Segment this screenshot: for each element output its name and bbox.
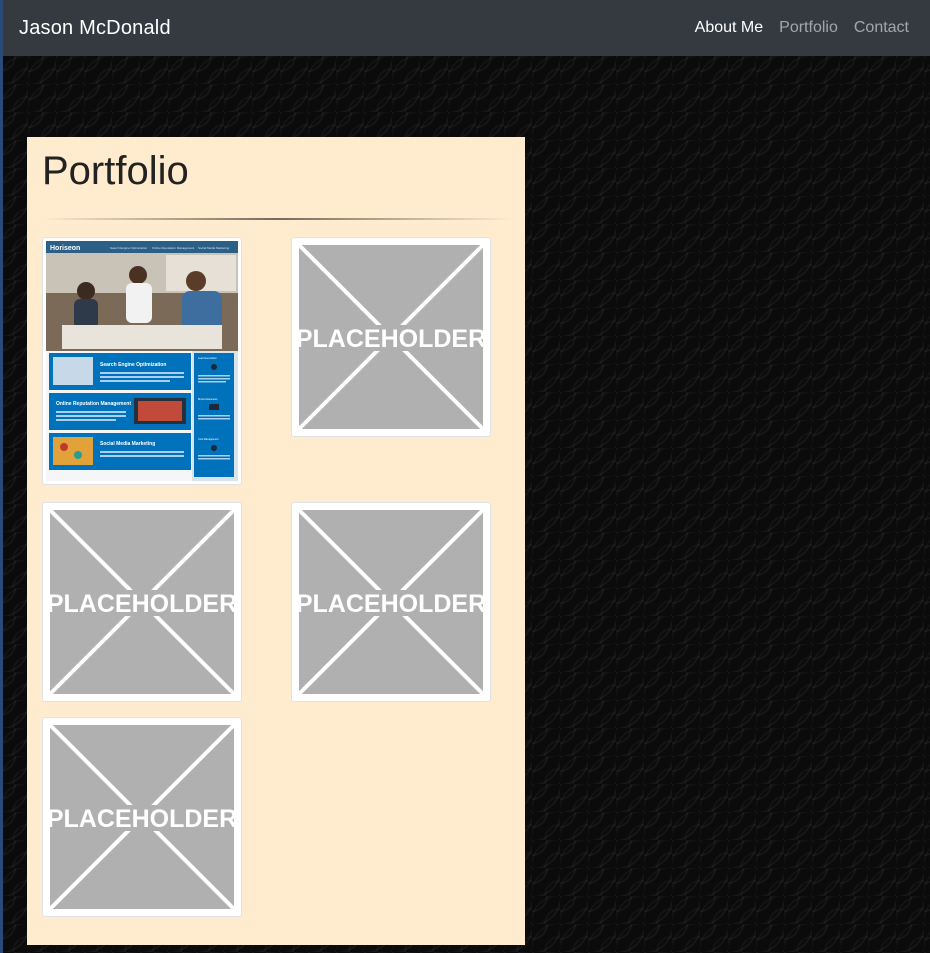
portfolio-item-placeholder-2[interactable]: PLACEHOLDER (42, 502, 242, 702)
placeholder-label: PLACEHOLDER (296, 325, 486, 353)
placeholder-label: PLACEHOLDER (47, 805, 237, 833)
portfolio-item-horiseon[interactable]: Horiseon Search Engine Optimization Onli… (42, 237, 242, 485)
svg-text:Search Engine Optimization: Search Engine Optimization (100, 362, 166, 368)
svg-text:Brand Awareness: Brand Awareness (198, 398, 218, 401)
navbar: Jason McDonald About Me Portfolio Contac… (3, 0, 930, 56)
portfolio-item-placeholder-4[interactable]: PLACEHOLDER (42, 717, 242, 917)
portfolio-item-placeholder-3[interactable]: PLACEHOLDER (291, 502, 491, 702)
nav-link-about-me[interactable]: About Me (695, 19, 763, 37)
portfolio-item-placeholder-1[interactable]: PLACEHOLDER (291, 237, 491, 437)
placeholder-image: PLACEHOLDER (295, 506, 487, 698)
horiseon-screenshot-image: Horiseon Search Engine Optimization Onli… (46, 241, 238, 481)
horiseon-site-name: Horiseon (50, 245, 80, 252)
divider (42, 218, 512, 220)
portfolio-card: Portfolio Horiseon Search Engine Optimiz… (27, 137, 525, 945)
svg-text:Lead Generation: Lead Generation (198, 357, 217, 360)
placeholder-image: PLACEHOLDER (46, 506, 238, 698)
svg-text:Search Engine Optimization: Search Engine Optimization (110, 246, 148, 250)
svg-text:Online Reputation Management: Online Reputation Management (56, 401, 131, 407)
nav-links: About Me Portfolio Contact (695, 19, 909, 37)
placeholder-label: PLACEHOLDER (296, 590, 486, 618)
svg-text:Social Media Marketing: Social Media Marketing (198, 246, 230, 250)
placeholder-image: PLACEHOLDER (46, 721, 238, 913)
nav-link-portfolio[interactable]: Portfolio (779, 19, 838, 37)
brand-link[interactable]: Jason McDonald (19, 17, 171, 40)
svg-text:Online Reputation Management: Online Reputation Management (152, 246, 195, 250)
svg-text:Social Media Marketing: Social Media Marketing (100, 441, 155, 447)
svg-text:Cost Management: Cost Management (198, 438, 219, 441)
page-title: Portfolio (42, 149, 189, 193)
nav-link-contact[interactable]: Contact (854, 19, 909, 37)
placeholder-label: PLACEHOLDER (47, 590, 237, 618)
placeholder-image: PLACEHOLDER (295, 241, 487, 433)
